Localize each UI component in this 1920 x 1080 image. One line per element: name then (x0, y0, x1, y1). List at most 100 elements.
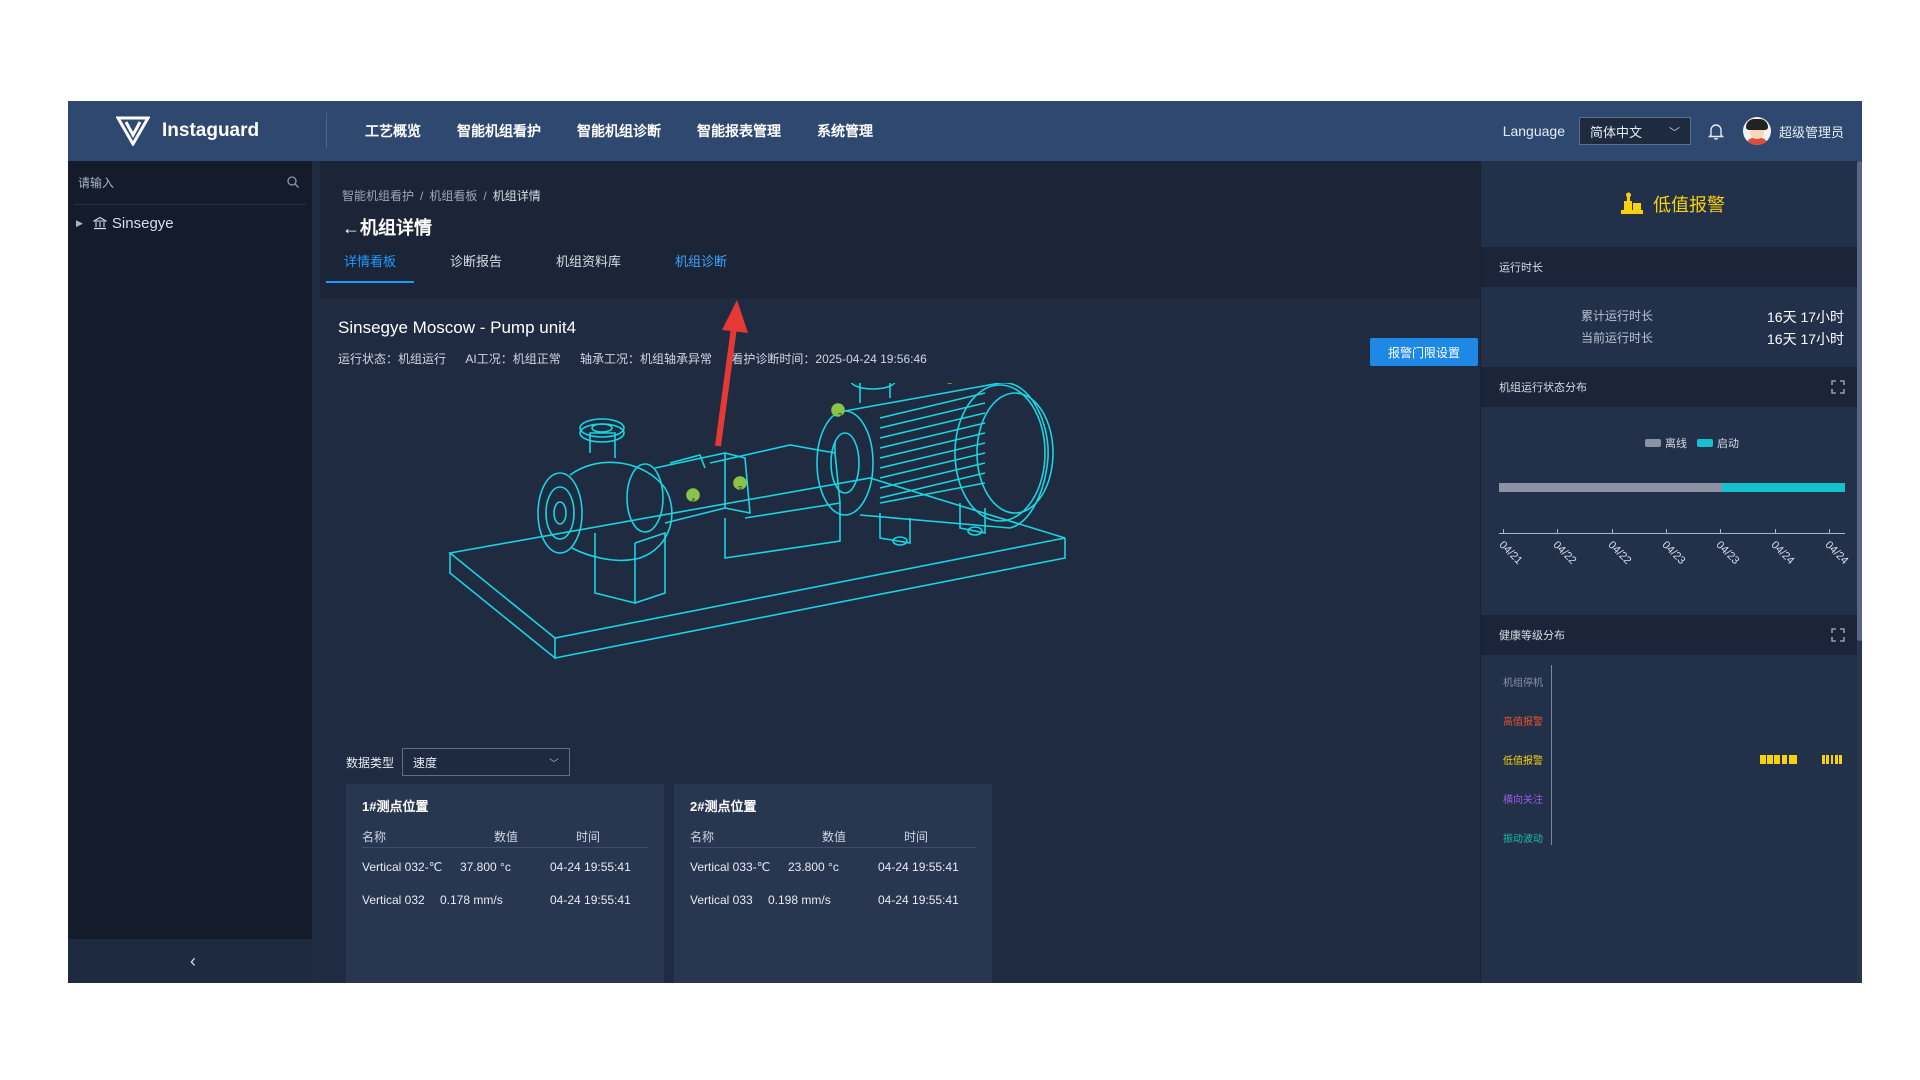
alarm-threshold-button[interactable]: 报警门限设置 (1370, 338, 1478, 366)
x-tick-label: 04/22 (1550, 539, 1579, 567)
alert-header: 低值报警 (1481, 161, 1862, 247)
measure-point-marker-2[interactable]: 2 (835, 412, 845, 421)
cell-time: 04-24 19:55:41 (550, 860, 631, 874)
column-value: 数值 (494, 830, 519, 844)
x-tick (1557, 529, 1559, 534)
scrollbar-thumb[interactable] (1857, 161, 1862, 641)
tab-detail-board[interactable]: 详情看板 (326, 243, 415, 283)
measure-point-marker-3[interactable]: 3 (735, 485, 745, 494)
health-category-label: 高值报警 (1503, 717, 1543, 728)
sidebar-edge (312, 161, 320, 983)
table-row: Vertical 032-℃ 37.800 °c 04-24 19:55:41 (362, 858, 648, 878)
x-tick (1829, 529, 1830, 534)
legend-label-running: 启动 (1717, 438, 1739, 450)
legend-swatch-running (1697, 439, 1713, 447)
tab-unit-diagnosis[interactable]: 机组诊断 (657, 243, 745, 283)
health-category-label: 低值报警 (1503, 756, 1543, 767)
runtime-section-title: 运行时长 (1499, 262, 1543, 274)
top-right-tools: Language 简体中文 ﹀ 超级管理员 (1503, 101, 1862, 161)
x-tick-label: 04/23 (1659, 539, 1688, 567)
table-row: Vertical 033 0.198 mm/s 04-24 19:55:41 (690, 891, 976, 911)
status-segment-running (1722, 483, 1845, 492)
unit-status-line: 运行状态：机组运行 AI工况：机组正常 轴承工况：机组轴承异常 看护诊断时间：2… (338, 350, 943, 367)
breadcrumb: 智能机组看护 / 机组看板 / 机组详情 (342, 187, 541, 204)
runtime-section-header: 运行时长 (1481, 247, 1862, 287)
x-tick-label: 04/24 (1768, 539, 1797, 567)
brand[interactable]: Instaguard (68, 101, 318, 161)
tab-unit-library[interactable]: 机组资料库 (538, 243, 639, 283)
current-runtime-value: 16天 17小时 (1767, 331, 1845, 347)
expand-icon[interactable] (1831, 628, 1845, 642)
cell-name: Vertical 032-℃ (362, 860, 443, 874)
tree-item-sinsegye[interactable]: ▶ Sinsegye (68, 205, 312, 241)
user-avatar[interactable] (1742, 117, 1771, 145)
page-title: ←机组详情 (342, 214, 432, 240)
column-value: 数值 (822, 830, 847, 844)
column-name: 名称 (690, 830, 715, 844)
health-category-label: 横向关注 (1503, 795, 1543, 806)
pump-alert-icon (1621, 192, 1643, 214)
top-divider (326, 113, 327, 149)
data-type-value: 速度 (413, 755, 438, 770)
low-alarm-bar (1774, 755, 1781, 764)
top-navigation-bar: Instaguard 工艺概览 智能机组看护 智能机组诊断 智能报表管理 系统管… (68, 101, 1862, 161)
expand-icon[interactable] (1831, 380, 1845, 394)
chevron-down-icon: ﹀ (1668, 127, 1680, 139)
low-alarm-bar (1767, 755, 1773, 764)
user-name[interactable]: 超级管理员 (1779, 122, 1844, 141)
low-alarm-bar (1826, 755, 1830, 764)
main-nav: 工艺概览 智能机组看护 智能机组诊断 智能报表管理 系统管理 (365, 101, 909, 161)
page-title-text: 机组详情 (360, 218, 432, 238)
x-tick (1774, 529, 1776, 534)
unit-detail-panel: Sinsegye Moscow - Pump unit4 运行状态：机组运行 A… (320, 298, 1480, 983)
x-tick-label: 04/21 (1496, 539, 1525, 567)
status-ai-condition: AI工况：机组正常 (465, 352, 561, 366)
measure-point-marker-1[interactable]: 1 (947, 379, 957, 388)
bell-icon[interactable] (1707, 122, 1725, 140)
back-arrow-icon[interactable]: ← (342, 218, 360, 238)
cell-name: Vertical 032 (362, 893, 425, 907)
x-tick (1720, 529, 1722, 534)
tab-diagnosis-report[interactable]: 诊断报告 (432, 243, 520, 283)
data-type-select[interactable]: 速度 ﹀ (402, 748, 571, 776)
breadcrumb-item[interactable]: 机组看板 (429, 189, 477, 203)
status-segment-offline (1499, 483, 1723, 492)
breadcrumb-separator: / (483, 189, 487, 203)
nav-item-report-management[interactable]: 智能报表管理 (697, 121, 781, 141)
chevron-left-icon: ‹ (190, 950, 196, 971)
legend-swatch-offline (1645, 439, 1661, 447)
caret-right-icon[interactable]: ▶ (76, 218, 83, 229)
cell-value: 37.800 °c (460, 860, 511, 874)
pump-unit-wireframe-image (448, 383, 1066, 660)
status-diagnosis-time: 看护诊断时间：2025-04-24 19:56:46 (731, 352, 927, 366)
health-category-label: 机组停机 (1503, 678, 1543, 689)
unit-title: Sinsegye Moscow - Pump unit4 (338, 318, 577, 337)
measure-point-marker-4[interactable]: 4 (688, 497, 698, 506)
column-name: 名称 (362, 830, 387, 844)
search-icon[interactable] (286, 175, 300, 189)
sidebar-collapse-button[interactable]: ‹ (68, 939, 318, 983)
app-window: Instaguard 工艺概览 智能机组看护 智能机组诊断 智能报表管理 系统管… (68, 101, 1862, 983)
x-tick-label: 04/24 (1822, 539, 1851, 567)
cell-time: 04-24 19:55:41 (878, 893, 959, 907)
low-alarm-bar (1788, 755, 1798, 764)
sidebar-search-input[interactable]: 请输入 (74, 161, 306, 205)
low-alarm-bar (1830, 755, 1834, 764)
x-tick-label: 04/23 (1713, 539, 1742, 567)
status-distribution-bar (1499, 483, 1845, 492)
x-tick (1611, 529, 1613, 534)
nav-item-system-management[interactable]: 系统管理 (817, 121, 873, 141)
low-alarm-bar (1821, 755, 1825, 764)
nav-item-unit-diagnosis[interactable]: 智能机组诊断 (577, 121, 661, 141)
low-alarm-bar (1839, 755, 1843, 764)
nav-item-process-overview[interactable]: 工艺概览 (365, 121, 421, 141)
status-distribution-header: 机组运行状态分布 (1481, 367, 1862, 407)
alert-title: 低值报警 (1653, 195, 1725, 215)
language-select[interactable]: 简体中文 ﹀ (1578, 117, 1691, 145)
breadcrumb-item[interactable]: 智能机组看护 (342, 189, 414, 203)
table-row: Vertical 033-℃ 23.800 °c 04-24 19:55:41 (690, 858, 976, 878)
total-runtime-label: 累计运行时长 (1581, 309, 1654, 323)
status-bearing-condition: 轴承工况：机组轴承异常 (580, 352, 713, 366)
nav-item-unit-care[interactable]: 智能机组看护 (457, 121, 541, 141)
x-tick (1503, 529, 1504, 534)
